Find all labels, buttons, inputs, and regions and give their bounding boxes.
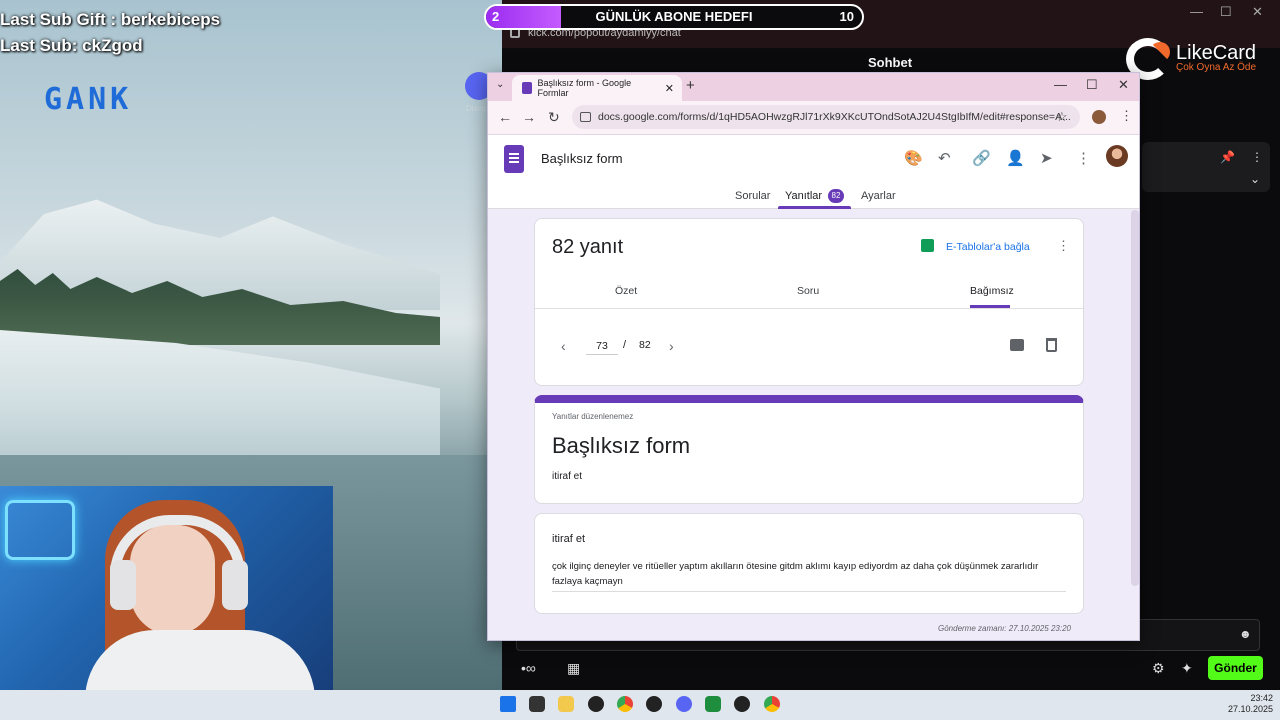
pin-icon[interactable]: 📌 bbox=[1220, 150, 1235, 164]
reload-icon[interactable]: ↻ bbox=[548, 109, 560, 126]
more-options-icon[interactable]: ⋮ bbox=[1076, 149, 1091, 167]
previous-response-icon[interactable]: ‹ bbox=[561, 338, 566, 354]
discord-taskbar-icon[interactable] bbox=[676, 696, 692, 712]
chrome-window: ⌄ Başlıksız form - Google Formlar ✕ + — … bbox=[487, 72, 1140, 641]
chat-users-icon[interactable]: •∞ bbox=[521, 660, 536, 676]
responses-count: 82 yanıt bbox=[552, 236, 624, 258]
kick-minimize-button[interactable]: — bbox=[1190, 4, 1203, 19]
clock-date: 27.10.2025 bbox=[1228, 704, 1274, 714]
chrome-icon[interactable] bbox=[617, 696, 633, 712]
response-form-title: Başlıksız form bbox=[552, 433, 691, 458]
undo-icon[interactable]: ↶ bbox=[938, 149, 951, 167]
tab-questions[interactable]: Sorular bbox=[735, 190, 770, 202]
tab-close-icon[interactable]: ✕ bbox=[665, 82, 674, 95]
question-answer: çok ilginç deneyler ve ritüeller yaptım … bbox=[552, 559, 1066, 592]
taskbar bbox=[0, 690, 1280, 720]
close-button[interactable]: ✕ bbox=[1118, 77, 1129, 93]
url-field[interactable]: docs.google.com/forms/d/1qHD5AOHwzgRJl71… bbox=[572, 105, 1080, 129]
goal-title: GÜNLÜK ABONE HEDEFI bbox=[595, 9, 753, 24]
clock-time: 23:42 bbox=[1250, 693, 1274, 703]
active-tab-indicator bbox=[778, 206, 851, 209]
chrome-icon-2[interactable] bbox=[764, 696, 780, 712]
google-forms-icon[interactable] bbox=[504, 145, 524, 173]
maximize-button[interactable]: ☐ bbox=[1086, 77, 1098, 93]
form-title[interactable]: Başlıksız form bbox=[541, 151, 623, 166]
mod-tools-icon[interactable]: ✦ bbox=[1181, 660, 1193, 677]
browser-menu-icon[interactable]: ⋮ bbox=[1120, 108, 1133, 124]
subtab-summary[interactable]: Özet bbox=[615, 285, 637, 297]
desktop: Last Sub Gift : berkebiceps Last Sub: ck… bbox=[0, 0, 1280, 720]
submission-time: Gönderme zamanı: 27.10.2025 23:20 bbox=[938, 624, 1071, 633]
tab-settings[interactable]: Ayarlar bbox=[861, 190, 896, 202]
wallpaper-snow bbox=[0, 330, 440, 460]
pin-menu-icon[interactable]: ⋮ bbox=[1251, 150, 1263, 164]
likecard-slogan: Çok Oyna Az Öde bbox=[1176, 62, 1257, 73]
kick-close-button[interactable]: ✕ bbox=[1252, 4, 1263, 20]
next-response-icon[interactable]: › bbox=[669, 338, 674, 354]
responses-menu-icon[interactable]: ⋮ bbox=[1057, 238, 1070, 254]
webcam-headset-cup-left bbox=[110, 560, 136, 610]
page-separator: / bbox=[623, 339, 627, 351]
new-tab-button[interactable]: + bbox=[686, 77, 695, 94]
minimize-button[interactable]: — bbox=[1054, 77, 1067, 92]
tab-title: Başlıksız form - Google Formlar bbox=[537, 78, 632, 98]
terminal-icon[interactable] bbox=[529, 696, 545, 712]
last-sub-text: Last Sub: ckZgod bbox=[0, 36, 143, 55]
app-icon-2[interactable] bbox=[646, 696, 662, 712]
app-icon-3[interactable] bbox=[734, 696, 750, 712]
chevron-down-icon[interactable]: ⌄ bbox=[1250, 172, 1260, 186]
responses-not-editable-notice: Yanıtlar düzenlenemez bbox=[552, 412, 634, 421]
user-avatar[interactable] bbox=[1106, 145, 1128, 167]
link-to-sheets-button[interactable]: E-Tablolar'a bağla bbox=[946, 241, 1030, 253]
media-player-icon[interactable] bbox=[705, 696, 721, 712]
bookmark-star-icon[interactable]: ☆ bbox=[1056, 109, 1068, 125]
forms-favicon-icon bbox=[522, 82, 532, 94]
last-sub-gift-text: Last Sub Gift : berkebiceps bbox=[0, 10, 221, 29]
start-icon[interactable] bbox=[500, 696, 516, 712]
forward-icon[interactable]: → bbox=[522, 109, 536, 125]
daily-sub-goal-bar: GÜNLÜK ABONE HEDEFI 2 10 bbox=[484, 4, 864, 30]
subtab-question[interactable]: Soru bbox=[797, 285, 819, 297]
tab-responses[interactable]: Yanıtlar bbox=[785, 190, 822, 202]
chat-title: Sohbet bbox=[868, 55, 913, 70]
webcam-headset-cup-right bbox=[222, 560, 248, 610]
gank-logo: GANK bbox=[44, 82, 133, 117]
current-response-input[interactable]: 73 bbox=[586, 337, 618, 355]
webcam-neon-sign bbox=[5, 500, 75, 560]
goal-current: 2 bbox=[492, 9, 500, 24]
question-title: itiraf et bbox=[552, 533, 586, 545]
palette-icon[interactable]: 🎨 bbox=[904, 149, 923, 167]
responses-count-badge: 82 bbox=[828, 189, 844, 203]
scrollbar[interactable] bbox=[1131, 210, 1139, 586]
tab-forms[interactable]: Başlıksız form - Google Formlar ✕ bbox=[512, 75, 682, 101]
print-icon[interactable] bbox=[1010, 339, 1024, 351]
subtab-individual[interactable]: Bağımsız bbox=[970, 285, 1014, 297]
back-icon[interactable]: ← bbox=[498, 109, 512, 125]
response-form-description: itiraf et bbox=[552, 471, 583, 482]
store-icon[interactable]: ▦ bbox=[567, 660, 580, 677]
sheets-icon[interactable] bbox=[921, 239, 934, 252]
file-explorer-icon[interactable] bbox=[558, 696, 574, 712]
kick-maximize-button[interactable]: ☐ bbox=[1220, 4, 1232, 20]
publish-icon[interactable]: ➤ bbox=[1040, 149, 1053, 167]
browser-profile-avatar[interactable] bbox=[1092, 110, 1106, 124]
total-responses: 82 bbox=[639, 339, 651, 351]
add-collaborator-icon[interactable]: 👤 bbox=[1006, 149, 1025, 167]
delete-icon[interactable] bbox=[1046, 338, 1057, 352]
goal-target: 10 bbox=[839, 9, 854, 24]
tab-search-icon[interactable]: ⌄ bbox=[496, 79, 504, 90]
card-divider bbox=[535, 308, 1083, 309]
url-text: docs.google.com/forms/d/1qHD5AOHwzgRJl71… bbox=[598, 111, 1071, 123]
system-clock[interactable]: 23:42 27.10.2025 bbox=[1228, 693, 1273, 715]
discord-icon-label: Disco bbox=[466, 104, 487, 113]
link-icon[interactable]: 🔗 bbox=[972, 149, 991, 167]
site-info-icon[interactable] bbox=[580, 112, 591, 122]
app-icon[interactable] bbox=[588, 696, 604, 712]
send-button[interactable]: Gönder bbox=[1208, 656, 1263, 680]
settings-gear-icon[interactable]: ⚙ bbox=[1152, 660, 1165, 677]
emoji-icon[interactable]: ☻ bbox=[1239, 627, 1252, 641]
